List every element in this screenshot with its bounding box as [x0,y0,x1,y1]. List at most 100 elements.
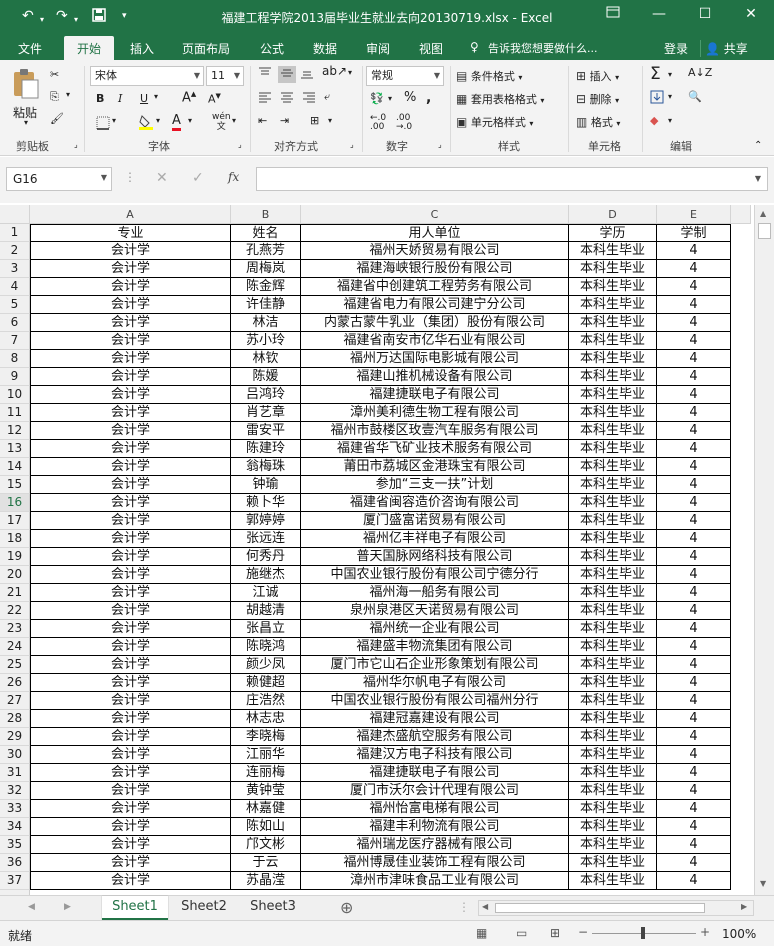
paste-icon[interactable] [10,68,42,104]
table-cell[interactable]: 4 [657,710,731,728]
row-header[interactable]: 19 [0,548,30,566]
table-cell[interactable]: 钟瑜 [231,476,301,494]
table-cell[interactable]: 4 [657,350,731,368]
table-cell[interactable]: 莆田市荔城区金港珠宝有限公司 [301,458,569,476]
table-cell[interactable]: 会计学 [30,692,231,710]
table-cell[interactable]: 本科生毕业 [569,620,657,638]
alignment-launcher-icon[interactable]: ⌟ [350,140,354,149]
table-cell[interactable]: 福建省南安市亿华石业有限公司 [301,332,569,350]
table-cell[interactable]: 会计学 [30,314,231,332]
hscroll-thumb[interactable] [495,903,705,913]
row-header[interactable]: 26 [0,674,30,692]
table-cell[interactable]: 本科生毕业 [569,278,657,296]
column-header[interactable]: D [569,205,657,224]
table-cell[interactable]: 本科生毕业 [569,386,657,404]
table-cell[interactable]: 会计学 [30,602,231,620]
collapse-ribbon-icon[interactable]: ⌃ [754,140,762,151]
insert-cells-button[interactable]: ⊞ 插入 ▾ [576,68,619,84]
bold-icon[interactable]: B [96,92,104,105]
sort-filter-icon[interactable]: A↓Z [688,66,712,79]
table-cell[interactable]: 会计学 [30,296,231,314]
table-cell[interactable]: 本科生毕业 [569,638,657,656]
table-cell[interactable]: 会计学 [30,566,231,584]
row-header[interactable]: 31 [0,764,30,782]
sheet-tab-2[interactable]: Sheet2 [170,896,238,920]
table-cell[interactable]: 庄浩然 [231,692,301,710]
row-header[interactable]: 11 [0,404,30,422]
table-cell[interactable]: 苏晶滢 [231,872,301,890]
table-cell[interactable]: 福建盛丰物流集团有限公司 [301,638,569,656]
table-cell[interactable]: 本科生毕业 [569,368,657,386]
tab-insert[interactable]: 插入 [130,40,154,57]
table-cell[interactable]: 雷安平 [231,422,301,440]
increase-decimal-icon[interactable]: ←.0.00 [370,114,386,132]
paste-dropdown-icon[interactable]: ▾ [24,118,28,127]
table-cell[interactable]: 福建捷联电子有限公司 [301,386,569,404]
zoom-out-icon[interactable]: − [578,925,588,939]
table-cell[interactable]: 4 [657,314,731,332]
table-cell[interactable]: 会计学 [30,422,231,440]
table-cell[interactable]: 4 [657,656,731,674]
table-cell[interactable]: 会计学 [30,836,231,854]
table-cell[interactable]: 肖艺章 [231,404,301,422]
table-cell[interactable]: 4 [657,386,731,404]
table-cell[interactable]: 厦门盛富诺贸易有限公司 [301,512,569,530]
table-cell[interactable]: 本科生毕业 [569,728,657,746]
table-cell[interactable]: 本科生毕业 [569,710,657,728]
number-launcher-icon[interactable]: ⌟ [438,140,442,149]
cell-style-button[interactable]: ▣ 单元格样式 ▾ [456,114,533,130]
table-cell[interactable]: 福建省中创建筑工程劳务有限公司 [301,278,569,296]
table-cell[interactable]: 会计学 [30,386,231,404]
row-header[interactable]: 34 [0,818,30,836]
table-cell[interactable]: 郭婷婷 [231,512,301,530]
table-cell[interactable]: 本科生毕业 [569,404,657,422]
table-cell[interactable]: 本科生毕业 [569,530,657,548]
scroll-down-icon[interactable]: ▼ [760,879,766,888]
table-cell[interactable]: 会计学 [30,494,231,512]
table-cell[interactable]: 本科生毕业 [569,314,657,332]
table-cell[interactable]: 4 [657,818,731,836]
table-cell[interactable]: 福州天娇贸易有限公司 [301,242,569,260]
table-cell[interactable]: 本科生毕业 [569,584,657,602]
table-cell[interactable]: 内蒙古蒙牛乳业（集团）股份有限公司 [301,314,569,332]
table-cell[interactable]: 周梅岚 [231,260,301,278]
table-cell[interactable]: 连丽梅 [231,764,301,782]
table-cell[interactable]: 福建冠嘉建设有限公司 [301,710,569,728]
table-header-cell[interactable]: 姓名 [231,224,301,242]
row-header[interactable]: 25 [0,656,30,674]
table-cell[interactable]: 何秀丹 [231,548,301,566]
align-center-icon[interactable] [280,90,294,107]
row-header[interactable]: 4 [0,278,30,296]
table-cell[interactable]: 会计学 [30,242,231,260]
table-cell[interactable]: 胡越清 [231,602,301,620]
delete-cells-button[interactable]: ⊟ 删除 ▾ [576,91,619,107]
table-cell[interactable]: 4 [657,584,731,602]
table-cell[interactable]: 漳州市津味食品工业有限公司 [301,872,569,890]
table-cell[interactable]: 4 [657,494,731,512]
select-all-corner[interactable] [0,205,30,224]
align-right-icon[interactable] [302,90,316,107]
table-cell[interactable]: 本科生毕业 [569,566,657,584]
table-cell[interactable]: 本科生毕业 [569,818,657,836]
font-color-icon[interactable]: A [172,114,181,131]
split-handle-icon[interactable]: ⋮ [458,900,470,914]
table-cell[interactable]: 会计学 [30,872,231,890]
insert-function-icon[interactable]: fx [228,170,239,184]
clear-dropdown-icon[interactable]: ▾ [668,116,672,125]
formula-input[interactable]: ▼ [256,167,768,191]
comma-icon[interactable]: , [426,90,431,106]
expand-formula-icon[interactable]: ▼ [755,174,761,183]
table-cell[interactable]: 本科生毕业 [569,458,657,476]
table-cell[interactable]: 赖卜华 [231,494,301,512]
table-cell[interactable]: 苏小玲 [231,332,301,350]
tab-home[interactable]: 开始 [64,36,114,60]
zoom-level[interactable]: 100% [722,927,756,941]
fill-color-icon[interactable] [138,114,154,133]
table-cell[interactable]: 4 [657,404,731,422]
table-cell[interactable]: 福州海一船务有限公司 [301,584,569,602]
row-header[interactable]: 17 [0,512,30,530]
horizontal-scrollbar[interactable]: ◀ ▶ [478,900,754,916]
table-cell[interactable]: 4 [657,296,731,314]
table-cell[interactable]: 福建山推机械设备有限公司 [301,368,569,386]
phonetic-dropdown-icon[interactable]: ▾ [232,116,236,125]
